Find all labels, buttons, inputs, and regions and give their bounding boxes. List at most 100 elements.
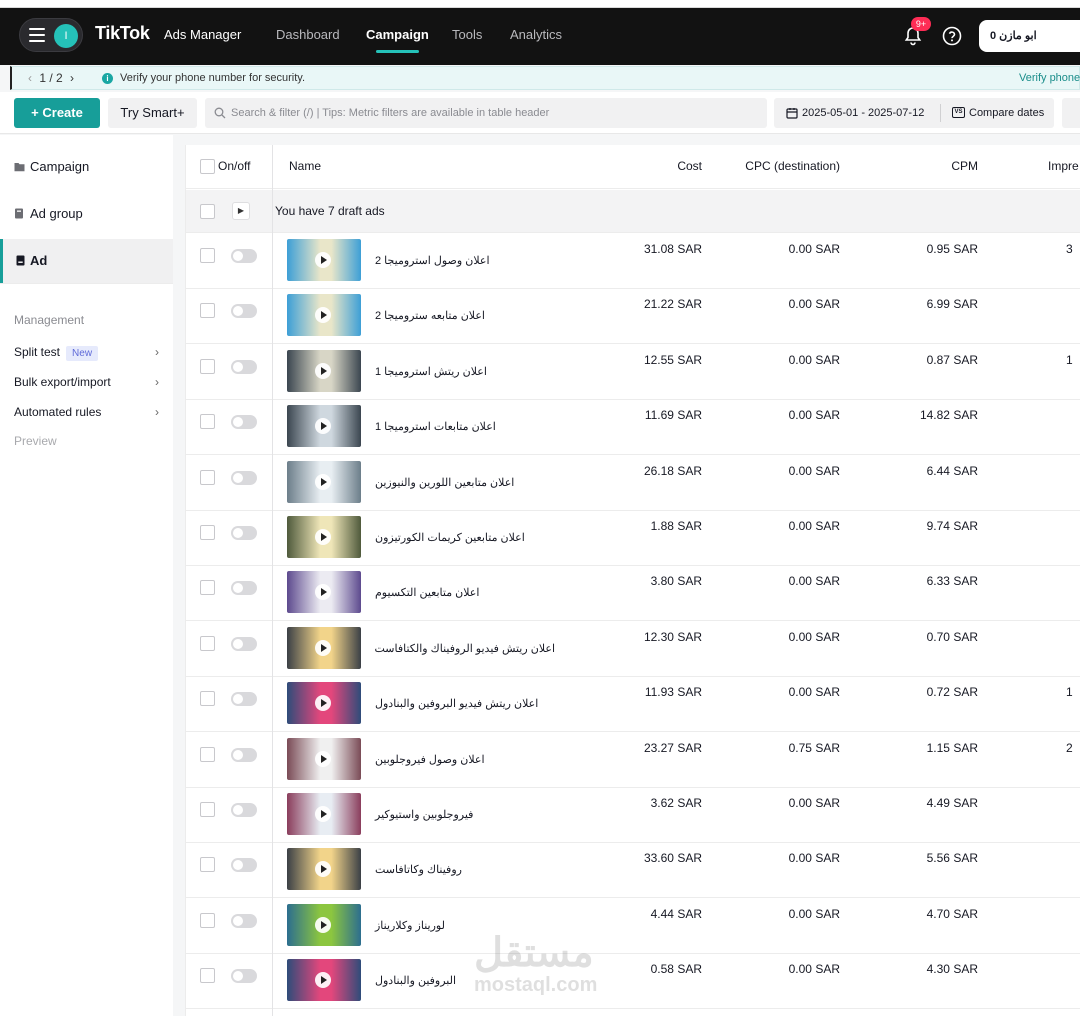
row-checkbox[interactable] [200, 358, 215, 374]
play-icon[interactable] [315, 418, 331, 435]
row-checkbox[interactable] [200, 912, 215, 928]
ad-name[interactable]: اعلان متابعه ستروميجا 2 [375, 309, 555, 322]
header-cost[interactable]: Cost [626, 159, 702, 173]
ad-name[interactable]: اعلان ريتش فيديو الروفيناك والكتافاست [375, 642, 556, 655]
play-icon[interactable] [315, 639, 331, 656]
on-off-toggle[interactable] [231, 304, 257, 319]
select-all-checkbox[interactable] [200, 159, 215, 174]
date-range-picker[interactable]: 2025-05-01 - 2025-07-12 VS Compare dates [774, 98, 1054, 128]
table-row[interactable]: اعلان متابعه ستروميجا 2 21.22 SAR 0.00 SAR… [186, 289, 1080, 345]
header-cpm[interactable]: CPM [906, 159, 978, 173]
header-cpc[interactable]: CPC (destination) [720, 159, 840, 173]
header-name[interactable]: Name [289, 159, 321, 173]
table-row[interactable]: لوريناز وكلاريناز 4.44 SAR 0.00 SAR 4.70 SA… [186, 899, 1080, 954]
draft-checkbox[interactable] [200, 204, 215, 219]
row-checkbox[interactable] [200, 968, 215, 984]
table-row[interactable]: اعلان متابعين التكسيوم 3.80 SAR 0.00 SAR 6.… [186, 566, 1080, 622]
columns-button[interactable] [1062, 98, 1080, 128]
prev-notice-icon[interactable]: ‹ [28, 71, 32, 85]
on-off-toggle[interactable] [231, 692, 257, 707]
sidebar-item-ad[interactable]: Ad [0, 239, 173, 283]
table-row[interactable]: اعلان متابعين كريمات الكورتيزون 1.88 SAR 0… [186, 511, 1080, 566]
table-row[interactable]: اعلان وصول استروميجا 2 31.08 SAR 0.00 SAR 0… [186, 234, 1080, 289]
ad-name[interactable]: اعلان متابعات استروميجا 1 [375, 420, 555, 433]
on-off-toggle[interactable] [231, 803, 257, 817]
on-off-toggle[interactable] [231, 581, 257, 596]
tiktok-logo[interactable]: TikTok [95, 23, 150, 44]
nav-dashboard[interactable]: Dashboard [276, 27, 340, 42]
nav-analytics[interactable]: Analytics [510, 27, 562, 42]
date-range-value[interactable]: 2025-05-01 - 2025-07-12 [802, 98, 924, 128]
create-button[interactable]: + Create [14, 98, 100, 128]
play-icon[interactable] [315, 750, 331, 767]
ad-name[interactable]: اعلان متابعين التكسيوم [375, 586, 555, 599]
automated-rules-menu[interactable]: Automated rules › [14, 405, 159, 419]
ad-name[interactable]: روفيناك وكاتافاست [375, 863, 555, 876]
on-off-toggle[interactable] [231, 636, 257, 651]
search-filter-input[interactable]: Search & filter (/) | Tips: Metric filte… [205, 98, 767, 128]
ad-thumbnail[interactable] [287, 571, 361, 614]
ad-name[interactable]: اعلان متابعين كريمات الكورتيزون [375, 531, 555, 544]
play-icon[interactable] [315, 473, 331, 490]
ad-thumbnail[interactable] [287, 349, 361, 392]
hamburger-menu-icon[interactable] [29, 28, 45, 42]
table-row[interactable]: البروفين والبنادول 0.58 SAR 0.00 SAR 4.30 S… [186, 954, 1080, 1010]
ad-thumbnail[interactable] [287, 405, 361, 448]
ad-name[interactable]: اعلان ريتش فيديو البروفين والبنادول [375, 697, 555, 710]
ad-name[interactable]: اعلان ريتش استروميجا 1 [375, 365, 555, 378]
row-checkbox[interactable] [200, 746, 215, 762]
ad-thumbnail[interactable] [287, 959, 361, 1002]
table-row[interactable]: فيروجلوبين واستيوكير 3.62 SAR 0.00 SAR 4.49… [186, 788, 1080, 843]
sidebar-item-ad-group[interactable]: Ad group [0, 192, 173, 236]
try-smart-button[interactable]: Try Smart+ [108, 98, 197, 128]
row-checkbox[interactable] [200, 303, 215, 319]
compare-dates-button[interactable]: Compare dates [969, 98, 1044, 128]
header-impressions[interactable]: Impre [1048, 159, 1079, 173]
verify-phone-link[interactable]: Verify phone [1019, 72, 1080, 84]
play-icon[interactable] [315, 252, 331, 268]
bulk-export-import-menu[interactable]: Bulk export/import › [14, 375, 159, 389]
ad-thumbnail[interactable] [287, 626, 361, 669]
ad-thumbnail[interactable] [287, 682, 361, 725]
play-icon[interactable] [315, 861, 331, 878]
table-row[interactable]: اعلان متابعين اللورين والنيوزين 26.18 SAR… [186, 456, 1080, 511]
account-selector[interactable]: ابو مازن 0 [979, 20, 1080, 52]
row-checkbox[interactable] [200, 802, 215, 817]
on-off-toggle[interactable] [231, 526, 257, 540]
play-icon[interactable] [315, 362, 331, 379]
ad-name[interactable]: فيروجلوبين واستيوكير [375, 808, 555, 821]
table-row[interactable]: اعلان ريتش فيديو البروفين والبنادول 11.93… [186, 677, 1080, 733]
next-notice-icon[interactable]: › [70, 71, 74, 85]
account-avatar[interactable]: I [54, 24, 78, 48]
row-checkbox[interactable] [200, 414, 215, 430]
expand-triangle-icon[interactable]: ▶ [232, 202, 250, 220]
nav-tools[interactable]: Tools [452, 27, 482, 42]
draft-ads-row[interactable]: ▶ You have 7 draft ads [186, 190, 1080, 233]
on-off-toggle[interactable] [231, 249, 257, 263]
ad-thumbnail[interactable] [287, 239, 361, 281]
row-checkbox[interactable] [200, 525, 215, 540]
table-row[interactable]: اعلان متابعات استروميجا 1 11.69 SAR 0.00 S… [186, 400, 1080, 456]
table-row[interactable]: اعلان ريتش استروميجا 1 12.55 SAR 0.00 SAR 0… [186, 345, 1080, 400]
row-checkbox[interactable] [200, 691, 215, 707]
ad-name[interactable]: اعلان وصول استروميجا 2 [375, 254, 555, 267]
on-off-toggle[interactable] [231, 470, 257, 485]
play-icon[interactable] [315, 916, 331, 933]
on-off-toggle[interactable] [231, 747, 257, 762]
play-icon[interactable] [315, 806, 331, 822]
split-test-menu[interactable]: Split test New › [14, 345, 159, 361]
ad-name[interactable]: اعلان متابعين اللورين والنيوزين [375, 476, 555, 489]
row-checkbox[interactable] [200, 857, 215, 873]
row-checkbox[interactable] [200, 580, 215, 596]
nav-campaign[interactable]: Campaign [366, 27, 429, 53]
table-row[interactable]: روفيناك وكاتافاست 33.60 SAR 0.00 SAR 5.56 S… [186, 843, 1080, 899]
ad-thumbnail[interactable] [287, 460, 361, 503]
on-off-toggle[interactable] [231, 969, 257, 984]
menu-account-switcher[interactable]: I [19, 18, 83, 52]
play-icon[interactable] [315, 307, 331, 324]
on-off-toggle[interactable] [231, 415, 257, 430]
on-off-toggle[interactable] [231, 913, 257, 928]
on-off-toggle[interactable] [231, 858, 257, 873]
table-row[interactable]: اعلان ريتش فيديو الروفيناك والكتافاست 12.… [186, 622, 1080, 677]
ad-thumbnail[interactable] [287, 737, 361, 780]
